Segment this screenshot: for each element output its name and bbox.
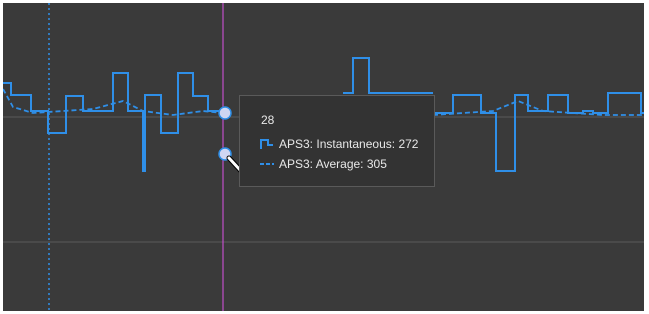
tooltip-x-value: 28	[261, 113, 275, 127]
average-series-line[interactable]	[432, 100, 644, 116]
tooltip-row-average: APS3: Average: 305	[260, 156, 387, 172]
tooltip: 28 APS3: Instantaneous: 272 APS3: Averag…	[239, 95, 435, 187]
tooltip-row-instantaneous: APS3: Instantaneous: 272	[260, 136, 418, 152]
chart-area[interactable]: 28 APS3: Instantaneous: 272 APS3: Averag…	[3, 3, 644, 311]
dashed-line-icon	[260, 158, 274, 170]
instantaneous-series-line[interactable]	[343, 57, 433, 94]
tooltip-series-label: APS3: Average:	[279, 157, 364, 171]
tooltip-series-label: APS3: Instantaneous:	[279, 137, 396, 151]
tooltip-series-value: 272	[398, 137, 419, 151]
tooltip-series-value: 305	[366, 157, 387, 171]
step-line-icon	[260, 138, 274, 150]
instantaneous-point-marker	[218, 106, 232, 120]
